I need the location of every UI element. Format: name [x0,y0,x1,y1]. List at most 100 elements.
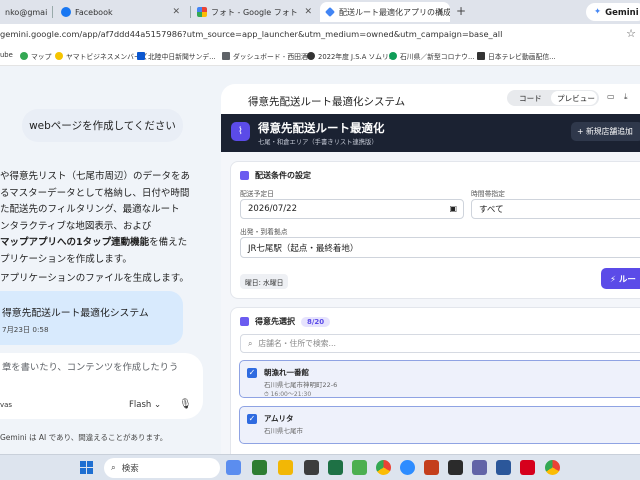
weekday-badge: 曜日: 水曜日 [240,274,289,289]
gemini-icon [325,7,335,17]
optimize-route-button[interactable]: ⚡ ルー [601,268,640,289]
checkbox-checked[interactable]: ✓ [247,368,257,378]
gemini-in-chrome-button[interactable]: ✦ Gemini に [586,3,640,21]
chrome-active-icon[interactable] [545,460,560,475]
shop-list-item[interactable]: ✓ アムリタ 石川県七尾市 [239,406,640,444]
bookmark-yamato[interactable]: ヤマトビジネスメンバーズ [55,51,147,61]
checkbox-checked[interactable]: ✓ [247,414,257,424]
canvas-file-card[interactable]: 得意先配送ルート最適化システム 7月23日 0:58 [0,291,183,345]
teams-icon[interactable] [472,460,487,475]
copilot-icon[interactable] [252,460,267,475]
fullscreen-icon[interactable]: ▭ [607,92,615,101]
calendar-picker-icon[interactable]: ▣ [449,204,457,213]
shop-hours: ⏱ 16:00〜21:30 [264,391,312,398]
canvas-chip[interactable]: vas [0,401,12,409]
app-title: 得意先配送ルート最適化 [258,121,385,135]
canvas-panel: 得意先配送ルート最適化システム コード プレビュー ▭ ⤓ ⌇ 得意先配送ルート… [221,84,640,454]
customers-header: 得意先選択 8/20 [240,316,331,327]
calendar-icon [240,171,249,180]
time-select[interactable]: すべて [471,199,640,219]
download-icon[interactable]: ⤓ [624,92,628,102]
chrome-icon[interactable] [376,460,391,475]
origin-label: 出発・到着拠点 [240,228,288,236]
facebook-icon [61,7,71,17]
windows-taskbar: ⌕ 検索 [0,454,640,480]
powerpoint-icon[interactable] [424,460,439,475]
prompt-box[interactable]: 章を書いたり、コンテンツを作成したりう vas Flash ⌄ 🎙 [0,353,203,419]
selected-count-badge: 8/20 [301,316,331,327]
bookmarks-bar: ube マップ ヤマトビジネスメンバーズ 北陸中日新聞サンデ... ダッシュボー… [0,46,640,66]
code-preview-toggle[interactable]: コード プレビュー [507,90,599,106]
windows-start-icon[interactable] [80,461,94,475]
file-card-title: 得意先配送ルート最適化システム [2,308,149,319]
app-icon[interactable] [352,460,367,475]
bookmark-youtube[interactable]: ube [0,51,13,59]
tab-gemini-active[interactable]: 配送ルート最適化アプリの構成案 ✕ [320,2,450,22]
yahoo-icon[interactable] [520,460,535,475]
bookmark-ishikawa[interactable]: 石川県／新型コロナウ... [389,51,474,61]
code-tab[interactable]: コード [519,93,542,104]
globe-icon [307,52,315,60]
origin-select[interactable]: JR七尾駅（起点・最終着地） [240,237,640,258]
close-icon[interactable]: ✕ [436,7,444,17]
tab-separator [190,6,191,18]
tab-separator [52,6,53,18]
word-icon[interactable] [496,460,511,475]
search-icon: ⌕ [248,338,253,348]
shop-search-input[interactable]: ⌕ 店舗名・住所で検索... [240,334,640,353]
yamato-icon [55,52,63,60]
conditions-section: 配送条件の設定 配送予定日 2026/07/22 ▣ 時間帯指定 すべて 出発・… [230,161,640,299]
preview-tab[interactable]: プレビュー [557,93,595,104]
bookmark-dashboard[interactable]: ダッシュボード - 西田酒... [222,51,314,61]
excel-icon[interactable] [328,460,343,475]
terminal-icon[interactable] [448,460,463,475]
bookmark-jsa[interactable]: 2022年度 J.S.A ソムリ... [307,51,395,61]
bookmark-ntv[interactable]: 日本テレビ動画配信... [477,51,556,61]
user-message: webページを作成してください [22,109,183,142]
file-explorer-icon[interactable] [278,460,293,475]
model-selector[interactable]: Flash ⌄ [129,400,161,410]
shop-address: 石川県七尾市神明町22-6 [264,381,338,389]
close-icon[interactable]: ✕ [304,7,312,17]
tab-facebook[interactable]: Facebook ✕ [56,2,186,22]
shop-name: 朝漁れ一番館 [264,368,309,377]
route-icon: ⌇ [231,122,250,141]
app-preview: ⌇ 得意先配送ルート最適化 七尾・和倉エリア（手書きリスト連携版） + 新規店舗… [221,114,640,454]
prompt-input[interactable]: 章を書いたり、コンテンツを作成したりう [2,360,187,375]
dashboard-icon [222,52,230,60]
tab-google-photos[interactable]: フォト - Google フォト ✕ [192,2,318,22]
response-bold-line: マップアプリへの1タップ連動機能を備えた [0,237,188,248]
search-icon: ⌕ [111,463,116,473]
date-label: 配送予定日 [240,190,274,198]
newspaper-icon [137,52,145,60]
close-icon[interactable]: ✕ [172,7,180,17]
bookmark-chunichi[interactable]: 北陸中日新聞サンデ... [137,51,216,61]
chevron-down-icon: ⌄ [153,400,162,410]
app-subtitle: 七尾・和倉エリア（手書きリスト連携版） [258,139,378,146]
taskbar-search[interactable]: ⌕ 検索 [104,458,220,478]
mic-icon[interactable]: 🎙 [179,399,192,410]
add-shop-button[interactable]: + 新規店舗追加 [571,122,640,141]
tab-gmail[interactable]: nko@gmai [0,2,52,22]
url-text[interactable]: gemini.google.com/app/af7ddd44a5157986?u… [0,29,502,39]
zoom-icon[interactable] [400,460,415,475]
date-input[interactable]: 2026/07/22 ▣ [240,199,464,219]
new-tab-button[interactable]: + [456,4,466,18]
store-icon[interactable] [304,460,319,475]
shop-address: 石川県七尾市 [264,427,303,435]
file-card-date: 7月23日 0:58 [2,325,49,334]
gemini-icon: ✦ [594,7,602,17]
time-label: 時間帯指定 [471,190,505,198]
address-bar[interactable]: gemini.google.com/app/af7ddd44a5157986?u… [0,24,640,46]
maps-icon [20,52,28,60]
app-header: ⌇ 得意先配送ルート最適化 七尾・和倉エリア（手書きリスト連携版） + 新規店舗… [221,114,640,152]
disclaimer: Gemini は AI であり、間違えることがあります。 [0,433,168,442]
bookmark-star-icon[interactable]: ☆ [626,27,636,40]
canvas-title[interactable]: 得意先配送ルート最適化システム [248,94,405,109]
bookmark-maps[interactable]: マップ [20,51,51,61]
widgets-icon[interactable] [226,460,241,475]
ishikawa-icon [389,52,397,60]
shop-list-item[interactable]: ✓ 朝漁れ一番館 石川県七尾市神明町22-6 ⏱ 16:00〜21:30 [239,360,640,398]
ntv-icon [477,52,485,60]
gemini-app: webページを作成してください や得意先リスト（七尾市周辺）のデータをあ るマス… [0,66,640,454]
